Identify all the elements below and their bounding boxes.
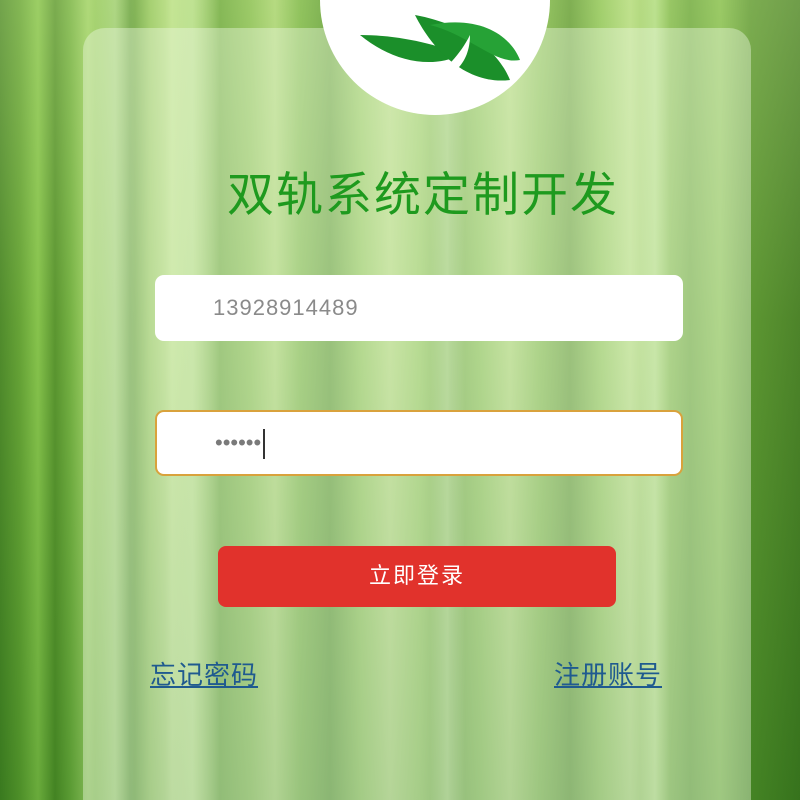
password-input[interactable]: •••••• [155,410,683,476]
forgot-password-link[interactable]: 忘记密码 [150,655,258,692]
password-value: •••••• [215,410,266,476]
page-title: 双轨系统定制开发 [227,168,619,223]
phone-value: 13928914489 [213,295,359,320]
password-dots: •••••• [215,430,262,455]
phone-input[interactable]: 13928914489 [155,275,683,341]
register-account-link[interactable]: 注册账号 [554,655,662,692]
leaf-logo-icon [320,0,550,115]
text-caret [263,429,266,460]
login-button[interactable]: 立即登录 [218,546,616,607]
